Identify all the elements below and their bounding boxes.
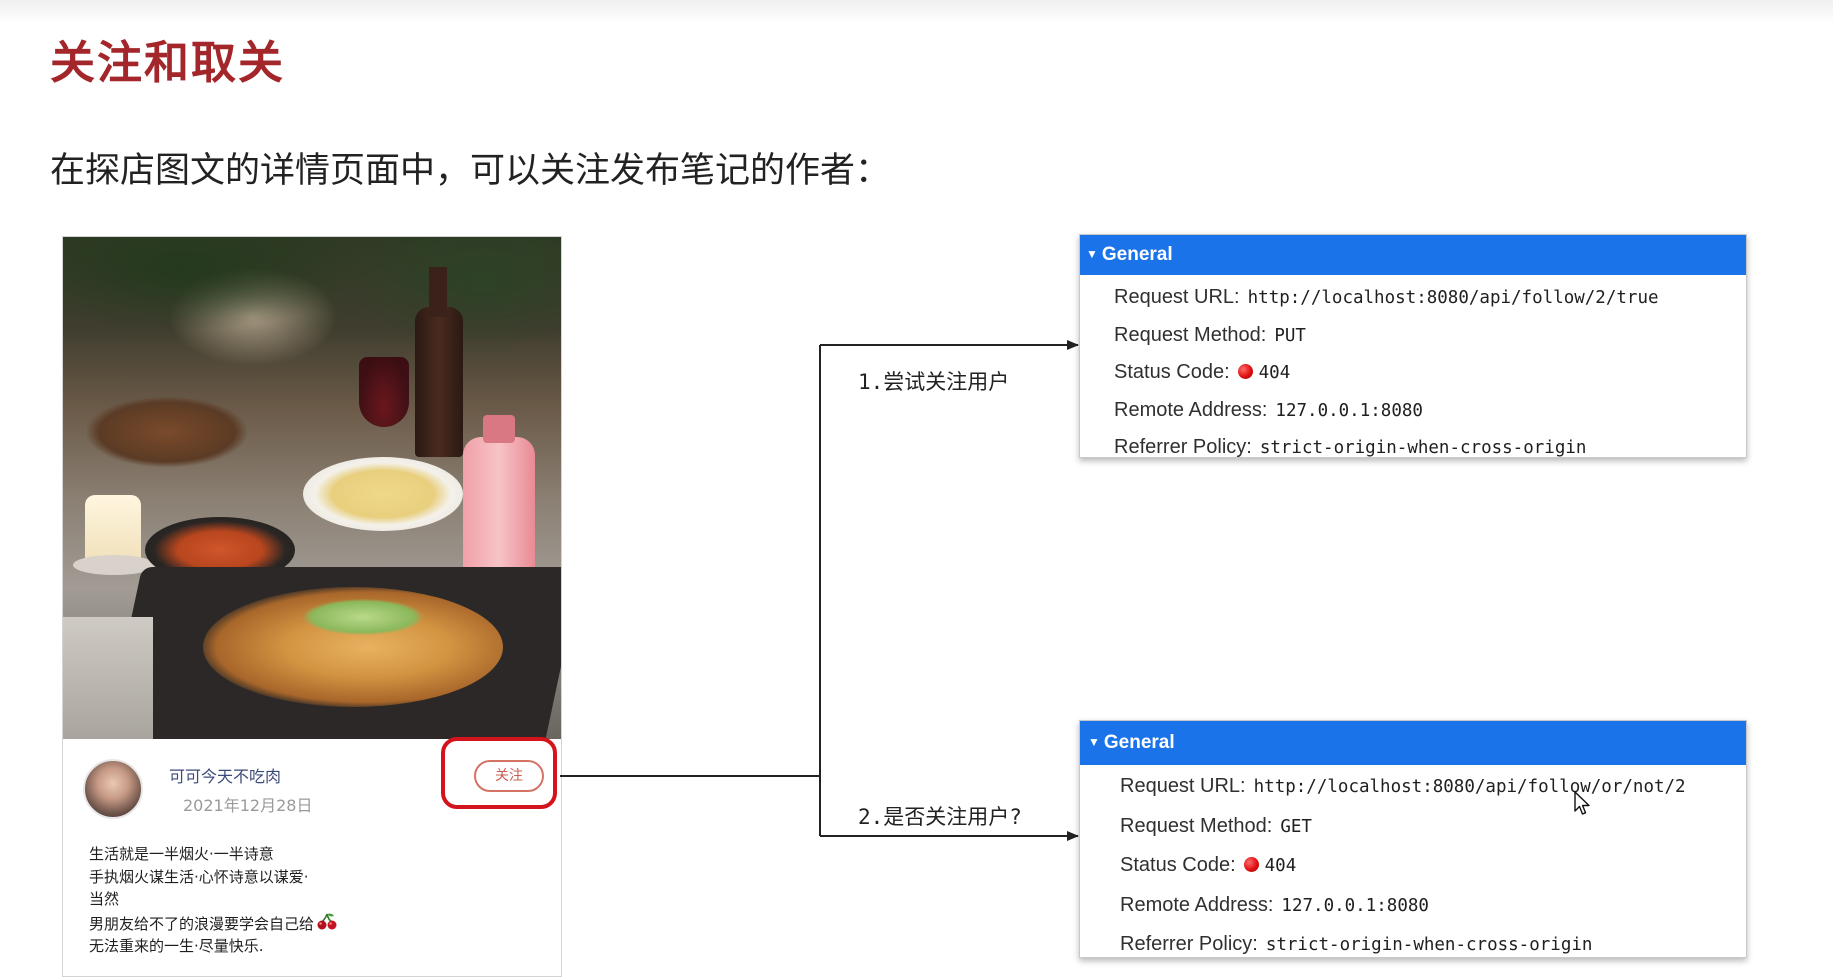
remote-address-row: Remote Address: 127.0.0.1:8080 xyxy=(1114,392,1746,430)
panel-header[interactable]: ▼ General xyxy=(1080,235,1746,275)
status-code-label: Status Code: xyxy=(1114,361,1230,383)
request-method-label: Request Method: xyxy=(1120,814,1273,837)
triangle-down-icon: ▼ xyxy=(1086,247,1098,261)
panel-header-label: General xyxy=(1101,244,1173,265)
status-code-value: 404 xyxy=(1264,856,1297,876)
remote-address-label: Remote Address: xyxy=(1120,893,1274,916)
request-method-value: PUT xyxy=(1274,325,1306,346)
status-code-row: Status Code: 404 xyxy=(1114,354,1746,392)
panel-rows: Request URL: http://localhost:8080/api/fo… xyxy=(1080,275,1746,467)
request-url-label: Request URL: xyxy=(1120,775,1246,797)
general-panel-is-follow: ▼ General Request URL: http://localhost:80… xyxy=(1079,720,1747,958)
request-url-value[interactable]: http://localhost:8080/api/follow/or/not/… xyxy=(1254,777,1686,797)
status-code-label: Status Code: xyxy=(1120,854,1236,876)
status-error-icon xyxy=(1237,364,1253,379)
triangle-down-icon: ▼ xyxy=(1088,735,1100,749)
general-panel-follow: ▼ General Request URL: http://localhost:80… xyxy=(1079,234,1747,458)
referrer-policy-row: Referrer Policy: strict-origin-when-cross… xyxy=(1120,925,1746,965)
referrer-policy-row: Referrer Policy: strict-origin-when-cross… xyxy=(1114,429,1746,467)
request-url-row: Request URL: http://localhost:8080/api/fo… xyxy=(1114,279,1746,317)
status-code-row: Status Code: 404 xyxy=(1120,846,1746,886)
referrer-policy-label: Referrer Policy: xyxy=(1114,436,1252,458)
remote-address-label: Remote Address: xyxy=(1114,398,1268,421)
referrer-policy-label: Referrer Policy: xyxy=(1120,933,1258,955)
request-method-label: Request Method: xyxy=(1114,323,1267,346)
step-1-label: 1.尝试关注用户 xyxy=(858,370,1010,394)
panel-rows: Request URL: http://localhost:8080/api/fo… xyxy=(1080,765,1746,965)
request-url-value[interactable]: http://localhost:8080/api/follow/2/true xyxy=(1248,288,1659,308)
step-2-label: 2.是否关注用户? xyxy=(858,805,1022,829)
panel-header[interactable]: ▼ General xyxy=(1080,721,1746,765)
referrer-policy-value: strict-origin-when-cross-origin xyxy=(1259,438,1587,458)
request-url-label: Request URL: xyxy=(1114,286,1240,308)
status-code-value: 404 xyxy=(1258,363,1291,383)
remote-address-row: Remote Address: 127.0.0.1:8080 xyxy=(1120,886,1746,926)
request-url-row: Request URL: http://localhost:8080/api/fo… xyxy=(1120,767,1746,807)
referrer-policy-value: strict-origin-when-cross-origin xyxy=(1265,935,1593,955)
remote-address-value: 127.0.0.1:8080 xyxy=(1275,400,1423,421)
status-error-icon xyxy=(1243,857,1259,872)
mouse-cursor-icon xyxy=(1574,791,1590,815)
request-method-value: GET xyxy=(1280,816,1312,837)
request-method-row: Request Method: GET xyxy=(1120,807,1746,847)
remote-address-value: 127.0.0.1:8080 xyxy=(1281,895,1429,916)
request-method-row: Request Method: PUT xyxy=(1114,317,1746,355)
panel-header-label: General xyxy=(1103,732,1175,753)
